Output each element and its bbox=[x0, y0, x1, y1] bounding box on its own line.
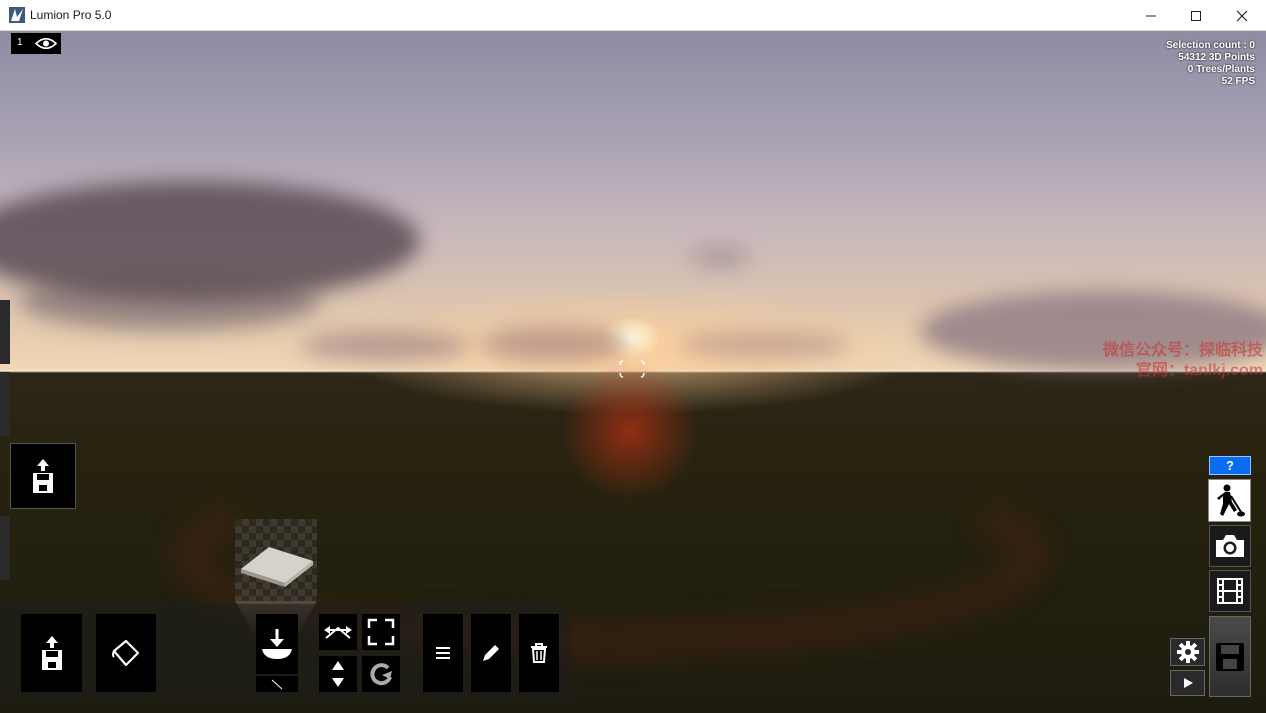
close-icon bbox=[1236, 10, 1248, 21]
maximize-button[interactable] bbox=[1173, 0, 1219, 31]
load-model-button[interactable] bbox=[21, 614, 82, 692]
move-arrows-icon bbox=[324, 626, 352, 639]
scale-button[interactable] bbox=[362, 614, 400, 650]
save-scene-button[interactable] bbox=[1209, 616, 1251, 697]
watermark: 微信公众号：探临科技 官网：tanlkj.com bbox=[1102, 342, 1263, 379]
plant-count: 0 Trees/Plants bbox=[1187, 64, 1255, 75]
delete-button[interactable] bbox=[519, 614, 559, 692]
left-edge-tab bbox=[0, 372, 10, 436]
film-icon bbox=[1217, 578, 1243, 604]
left-edge-tab bbox=[0, 300, 10, 364]
title-bar: Lumion Pro 5.0 bbox=[0, 0, 1266, 31]
diagonal-line-icon bbox=[271, 679, 283, 690]
trash-icon bbox=[531, 643, 547, 663]
floppy-load-icon bbox=[33, 459, 53, 493]
place-object-icon bbox=[262, 629, 292, 659]
photo-mode-button[interactable] bbox=[1209, 525, 1251, 567]
floppy-load-icon bbox=[41, 636, 62, 670]
builder-icon bbox=[1216, 484, 1245, 516]
settings-button[interactable] bbox=[1170, 638, 1205, 666]
play-button[interactable] bbox=[1170, 670, 1205, 696]
paint-bucket-icon bbox=[112, 639, 140, 667]
camera-icon bbox=[1216, 535, 1244, 557]
layer-visibility[interactable]: 1 bbox=[11, 33, 61, 54]
left-edge-tab bbox=[0, 516, 10, 580]
cloud bbox=[300, 331, 470, 361]
scene-stats: Selection count : 0 54312 3D Points 0 Tr… bbox=[1166, 40, 1255, 88]
selection-count: Selection count : 0 bbox=[1166, 40, 1255, 51]
window-title: Lumion Pro 5.0 bbox=[30, 8, 112, 22]
movie-mode-button[interactable] bbox=[1209, 570, 1251, 612]
cloud bbox=[680, 331, 850, 359]
layer-number: 1 bbox=[17, 37, 23, 48]
height-button[interactable] bbox=[319, 656, 357, 692]
lumion-logo-icon bbox=[9, 7, 25, 23]
maximize-icon bbox=[1191, 10, 1201, 21]
list-icon bbox=[436, 647, 450, 659]
slab-object-icon bbox=[241, 547, 313, 587]
crosshair-icon bbox=[619, 360, 645, 378]
rotate-button[interactable] bbox=[362, 656, 400, 692]
pencil-icon bbox=[483, 645, 499, 661]
help-button[interactable]: ? bbox=[1209, 456, 1251, 475]
place-options-button[interactable] bbox=[256, 676, 298, 692]
build-mode-button[interactable] bbox=[1208, 479, 1251, 522]
height-arrows-icon bbox=[332, 661, 344, 687]
scale-icon bbox=[367, 618, 395, 646]
object-preview[interactable] bbox=[235, 519, 317, 601]
play-icon bbox=[1183, 678, 1193, 688]
rotate-icon bbox=[370, 663, 392, 686]
cloud bbox=[690, 246, 750, 268]
eye-icon[interactable] bbox=[35, 37, 57, 50]
object-list-button[interactable] bbox=[423, 614, 463, 692]
load-scene-button[interactable] bbox=[10, 443, 76, 509]
cloud bbox=[20, 271, 320, 331]
move-button[interactable] bbox=[319, 614, 357, 650]
gear-icon bbox=[1176, 641, 1199, 663]
cloud bbox=[480, 326, 630, 362]
minimize-icon bbox=[1146, 15, 1156, 16]
point-count: 54312 3D Points bbox=[1178, 52, 1255, 63]
place-object-button[interactable] bbox=[256, 614, 298, 674]
minimize-button[interactable] bbox=[1128, 0, 1174, 31]
fps-counter: 52 FPS bbox=[1221, 76, 1255, 87]
floppy-save-icon bbox=[1216, 642, 1244, 671]
close-button[interactable] bbox=[1219, 0, 1265, 31]
material-button[interactable] bbox=[96, 614, 156, 692]
edit-properties-button[interactable] bbox=[471, 614, 511, 692]
